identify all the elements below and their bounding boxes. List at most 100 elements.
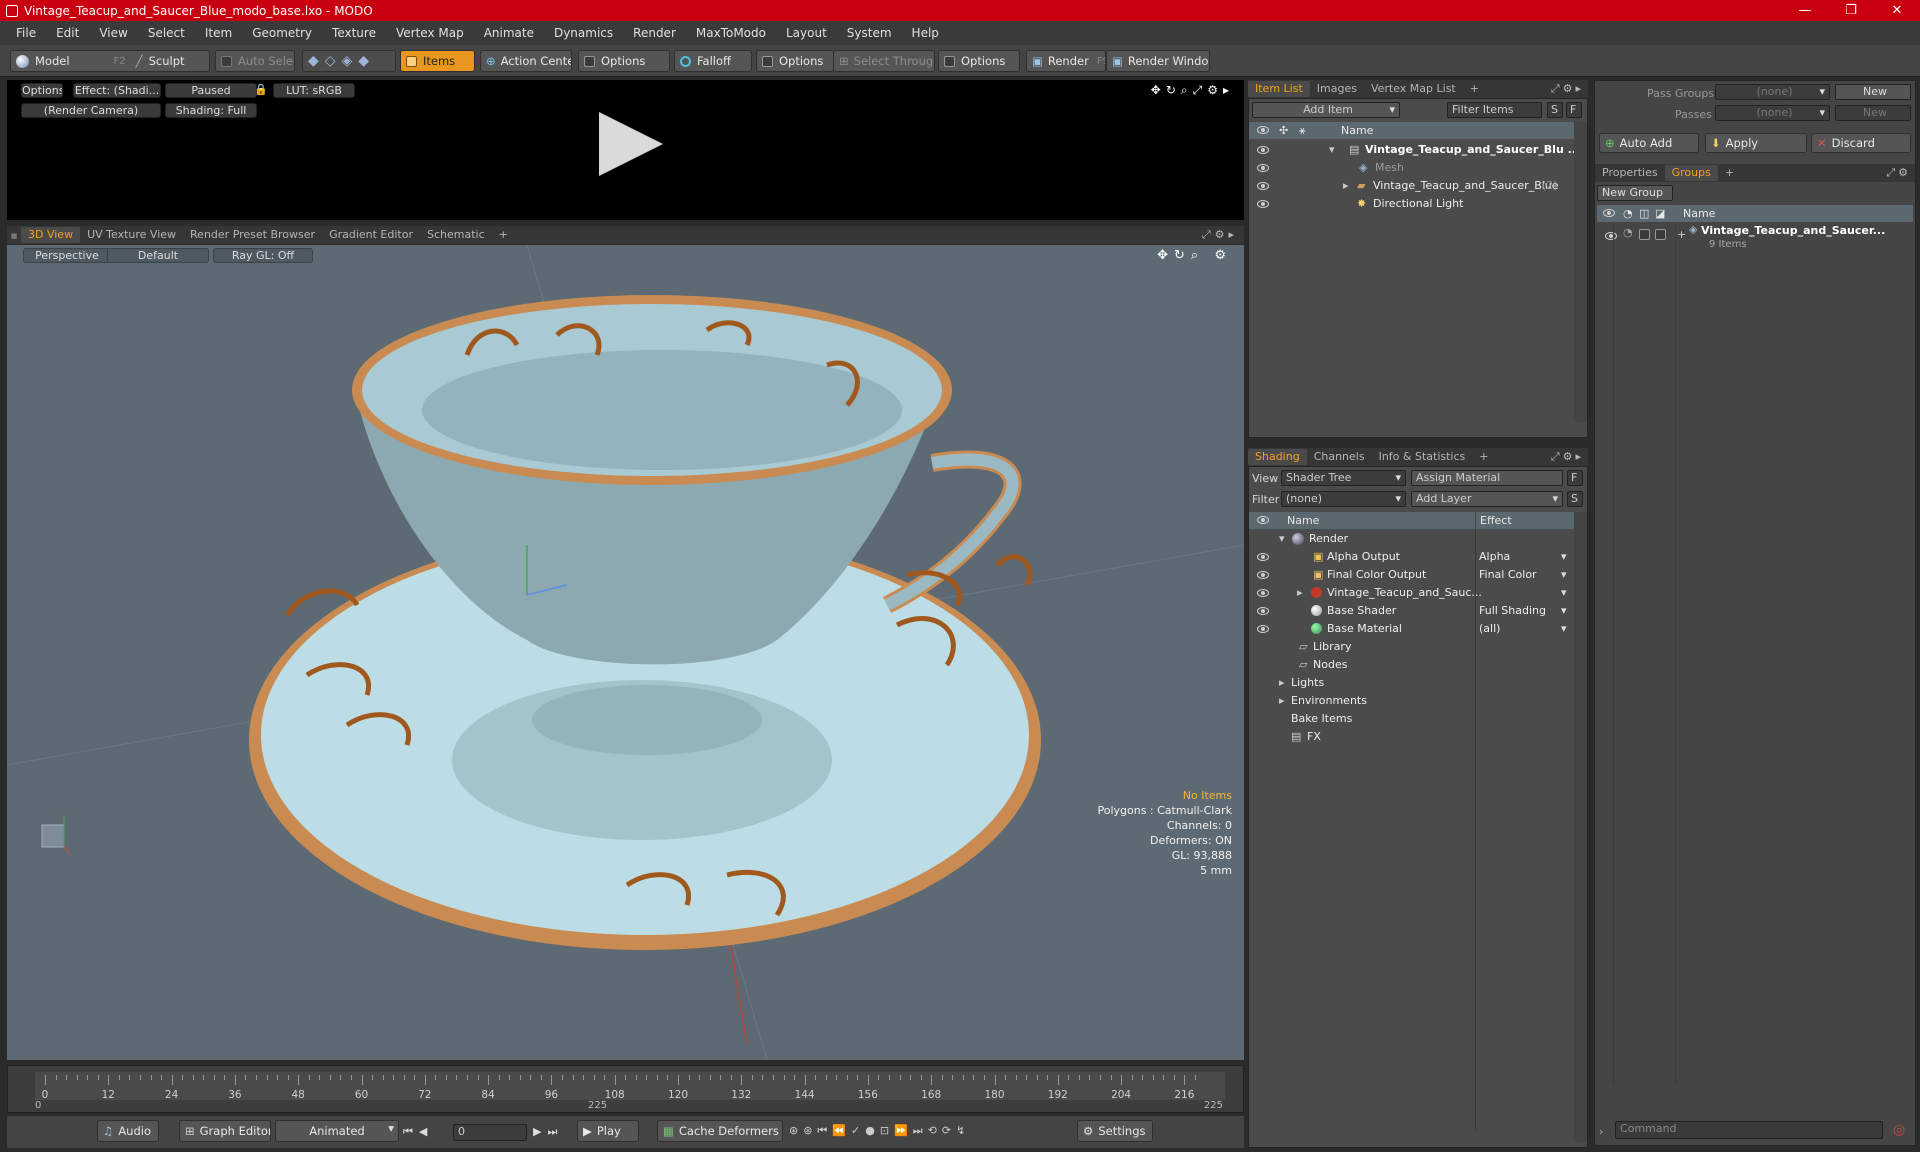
tab-groups[interactable]: Groups (1664, 165, 1718, 181)
close-icon[interactable]: ✕ (1874, 0, 1920, 21)
settings-button[interactable]: ⚙ Settings (1077, 1120, 1153, 1142)
shader-row-nodes[interactable]: ▱ Nodes (1249, 656, 1574, 674)
render-button[interactable]: ▣ Render F9 (1026, 50, 1106, 72)
shader-row-material-group[interactable]: ▸ Vintage_Teacup_and_Sauc... ▾ (1249, 584, 1574, 602)
add-item-dropdown[interactable]: Add Item (1252, 102, 1400, 118)
item-row-mesh[interactable]: ◈ Mesh (1249, 159, 1574, 177)
eye-icon[interactable] (1257, 607, 1269, 615)
add-tab-icon[interactable]: + (1718, 165, 1741, 181)
tab-schematic[interactable]: Schematic (420, 227, 492, 243)
play-button[interactable]: ▶ Play (577, 1120, 639, 1142)
tab-info-statistics[interactable]: Info & Statistics (1372, 449, 1473, 465)
shader-row-fx[interactable]: ▤ FX (1249, 728, 1574, 746)
lock-toggle-icon[interactable] (1639, 229, 1650, 240)
restore-icon[interactable]: ❐ (1828, 0, 1874, 21)
cache-deformers-button[interactable]: ▦ Cache Deformers (657, 1120, 783, 1142)
command-input[interactable]: Command (1615, 1121, 1883, 1139)
record-icon[interactable]: ◎ (1893, 1122, 1905, 1138)
tab-shading[interactable]: Shading (1248, 449, 1307, 465)
eye-icon[interactable] (1257, 126, 1269, 134)
shader-row-final-color-output[interactable]: ▣ Final Color Output Final Color ▾ (1249, 566, 1574, 584)
eye-icon[interactable] (1257, 164, 1269, 172)
shader-row-library[interactable]: ▱ Library (1249, 638, 1574, 656)
shader-row-lights[interactable]: ▸ Lights (1249, 674, 1574, 692)
items-mode-button[interactable]: Items (400, 50, 475, 72)
new-group-button[interactable]: New Group (1597, 185, 1673, 201)
menu-system[interactable]: System (837, 26, 902, 40)
expand-arrow-icon[interactable]: ▸ (1279, 674, 1285, 692)
menu-item[interactable]: Item (195, 26, 242, 40)
dropdown-arrow-icon[interactable]: ▾ (1561, 548, 1567, 566)
expand-arrow-icon[interactable]: ▸ (1297, 584, 1303, 602)
eye-icon[interactable] (1257, 553, 1269, 561)
filter-s-button[interactable]: S (1547, 102, 1563, 118)
shader-row-render[interactable]: ▾ Render (1249, 530, 1574, 548)
camera-dropdown[interactable]: (Render Camera) (21, 103, 161, 118)
shading-dropdown[interactable]: Shading: Full (165, 103, 257, 118)
panel-options-icons[interactable]: ⤢⚙ (1886, 166, 1911, 180)
name-column-header[interactable]: Name (1341, 122, 1373, 139)
effect-column-header[interactable]: Effect (1475, 512, 1512, 529)
eye-icon[interactable] (1257, 571, 1269, 579)
vertex-edge-polygon-icons[interactable]: ◆◇◈◆ (308, 53, 375, 69)
menu-help[interactable]: Help (902, 26, 949, 40)
model-mode-button[interactable]: Model F2 ╱ Sculpt (10, 50, 210, 72)
timeline[interactable]: 0 12 24 36 48 60 72 84 96 108 120 132 144 156 168 180 19… (7, 1065, 1244, 1113)
assign-material-button[interactable]: Assign Material (1411, 470, 1563, 486)
menu-layout[interactable]: Layout (776, 26, 837, 40)
filter-dropdown[interactable]: (none) (1281, 491, 1406, 507)
pass-groups-dropdown[interactable]: (none) (1715, 84, 1830, 100)
auto-select-button[interactable]: Auto Select (215, 50, 295, 72)
filter-items-input[interactable]: Filter Items (1447, 102, 1542, 118)
graph-editor-button[interactable]: ⊞ Graph Editor (179, 1120, 271, 1142)
current-frame-field[interactable]: 0 (453, 1124, 527, 1141)
eye-icon[interactable] (1257, 589, 1269, 597)
panel-options-icons[interactable]: ⤢⚙▸ (1551, 82, 1584, 96)
expand-plus-icon[interactable]: + (1677, 228, 1686, 241)
falloff-button[interactable]: Falloff (674, 50, 752, 72)
menu-edit[interactable]: Edit (46, 26, 89, 40)
eye-icon[interactable] (1257, 625, 1269, 633)
shading-s-button[interactable]: S (1567, 491, 1583, 507)
add-tab-icon[interactable]: + (492, 227, 515, 243)
expand-arrow-icon[interactable]: ▸ (1279, 692, 1285, 710)
item-row-light[interactable]: ✸ Directional Light (1249, 195, 1574, 213)
expand-arrow-icon[interactable]: ▸ (1343, 177, 1349, 195)
menu-geometry[interactable]: Geometry (242, 26, 322, 40)
item-row-scene[interactable]: ▾ ▤ Vintage_Teacup_and_Saucer_Blu ... (1249, 141, 1580, 159)
key-controls-icons[interactable]: ⊛⊛⏮⏪✓●⊡⏩⏭⟲⟳↯ (789, 1124, 970, 1138)
name-column-header[interactable]: Name (1287, 512, 1319, 529)
menu-dynamics[interactable]: Dynamics (544, 26, 623, 40)
eye-icon[interactable] (1605, 232, 1617, 240)
add-layer-dropdown[interactable]: Add Layer (1411, 491, 1563, 507)
new-pass-group-button[interactable]: New (1835, 84, 1911, 100)
dropdown-arrow-icon[interactable]: ▾ (1561, 584, 1567, 602)
shader-row-environments[interactable]: ▸ Environments (1249, 692, 1574, 710)
dropdown-arrow-icon[interactable]: ▾ (1561, 566, 1567, 584)
action-center-button[interactable]: ⊕ Action Center (480, 50, 572, 72)
preview-nav-icons[interactable]: ✥↻⌕⤢⚙▸ (1151, 83, 1234, 98)
apply-button[interactable]: ⬇ Apply (1705, 133, 1807, 153)
shader-tree-scrollbar[interactable] (1574, 512, 1587, 1142)
panel-options-icons[interactable]: ⤢⚙▸ (1551, 450, 1584, 464)
menu-vertex-map[interactable]: Vertex Map (386, 26, 474, 40)
animated-dropdown[interactable]: Animated (275, 1120, 399, 1142)
filter-f-button[interactable]: F (1566, 102, 1582, 118)
eye-icon[interactable] (1257, 200, 1269, 208)
orientation-cube-icon[interactable] (41, 824, 65, 848)
add-tab-icon[interactable]: + (1472, 449, 1495, 465)
lock-icon[interactable]: 🔒 (254, 83, 268, 96)
menu-texture[interactable]: Texture (322, 26, 386, 40)
sculpt-label[interactable]: Sculpt (149, 54, 185, 68)
step-forward-icons[interactable]: ▶⏭ (533, 1125, 563, 1139)
expand-arrow-icon[interactable]: ▾ (1329, 141, 1335, 159)
dropdown-arrow-icon[interactable]: ▾ (1561, 602, 1567, 620)
shader-row-bake-items[interactable]: Bake Items (1249, 710, 1574, 728)
group-row[interactable]: ◔ + ◈ Vintage_Teacup_and_Saucer... 9 Ite… (1597, 223, 1913, 260)
eye-icon[interactable] (1257, 516, 1269, 524)
action-center-options-button[interactable]: Options (578, 50, 670, 72)
tab-item-list[interactable]: Item List (1248, 81, 1310, 97)
item-row-group[interactable]: ▸ ▰ Vintage_Teacup_and_Saucer_Blue (2) (1249, 177, 1574, 195)
name-column-header[interactable]: Name (1683, 205, 1715, 222)
tab-3d-view[interactable]: 3D View (21, 227, 81, 243)
